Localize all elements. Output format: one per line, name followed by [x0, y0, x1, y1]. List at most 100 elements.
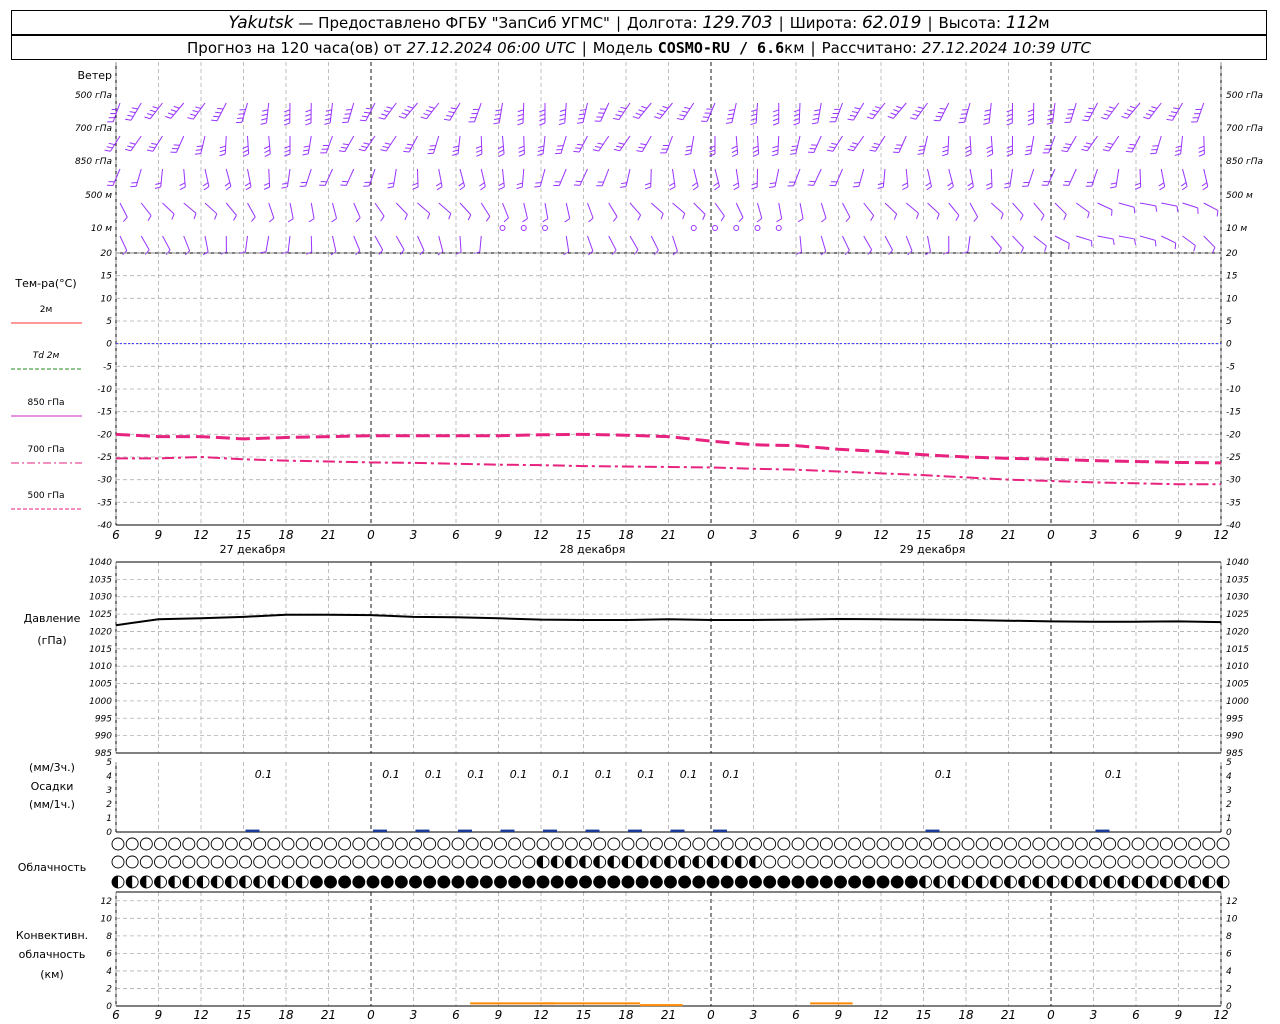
- temp-xtick: 12: [193, 528, 208, 542]
- wind-barb-feather: [452, 153, 459, 156]
- cloud-cover-fill: [721, 856, 728, 868]
- wind-barb: [353, 202, 361, 223]
- wind-barb: [884, 235, 894, 255]
- wind-barb-feather: [450, 107, 457, 110]
- wind-barb-feather: [355, 217, 361, 223]
- wind-barb-feather: [616, 145, 623, 149]
- wind-barb-feather: [179, 182, 186, 187]
- cloud-cover-symbol: [1216, 855, 1230, 869]
- wind-barb-feather: [251, 216, 256, 222]
- wind-barb: [263, 168, 271, 190]
- cloud-cover-fill: [1202, 876, 1209, 888]
- wind-barb-feather: [926, 186, 932, 191]
- wind-barb: [842, 235, 850, 256]
- wind-barb: [1076, 235, 1093, 247]
- wind-barb: [672, 235, 678, 256]
- wind-barb: [1139, 235, 1157, 247]
- pressure-ytick-right: 1035: [1226, 575, 1249, 585]
- wind-barb: [1118, 235, 1137, 245]
- wind-barb-feather: [644, 186, 651, 190]
- wind-barb-feather: [559, 113, 566, 117]
- wind-barb-shaft: [449, 102, 461, 121]
- wind-barb-shaft: [608, 202, 618, 217]
- wind-barb-feather: [751, 109, 758, 113]
- wind-barb-feather: [613, 148, 620, 152]
- cloud-cover-symbol: [423, 855, 437, 869]
- wind-barb: [320, 135, 333, 154]
- wind-barb-feather: [636, 150, 643, 153]
- temp-xtick: 15: [236, 528, 251, 542]
- pressure-title: Давление: [24, 612, 81, 625]
- wind-barb-shaft: [459, 235, 462, 252]
- wind-barb-feather: [475, 145, 482, 149]
- precip-ytick-left: 5: [106, 758, 112, 768]
- cloud-cover-symbol: [593, 837, 607, 851]
- wind-barb: [927, 202, 940, 220]
- cloud-cover-symbol: [734, 837, 748, 851]
- temp-legend-label: 850 гПа: [27, 398, 64, 408]
- conv-xtick: 21: [661, 1008, 676, 1022]
- cloud-cover-fill: [267, 876, 274, 888]
- cloud-cover-fill: [452, 876, 464, 888]
- wind-barb-feather: [537, 153, 544, 156]
- wind-barb-feather: [576, 143, 583, 146]
- wind-barb-shaft: [216, 102, 227, 122]
- wind-barb-feather: [936, 213, 940, 220]
- wind-barb: [179, 168, 186, 190]
- wind-barb-feather: [194, 153, 201, 155]
- cloud-cover-symbol: [210, 855, 224, 869]
- wind-barb: [420, 102, 440, 120]
- wind-barb-feather: [1166, 118, 1173, 121]
- wind-barb: [1191, 102, 1205, 123]
- wind-barb-feather: [1198, 153, 1205, 157]
- cloud-cover-fill: [494, 876, 507, 888]
- precip-value-label: 0.1: [935, 768, 953, 781]
- cloud-cover-symbol: [919, 837, 932, 851]
- cloud-cover-fill: [735, 856, 742, 868]
- wind-barb-shaft: [1027, 168, 1035, 187]
- cloud-cover-symbol: [564, 837, 578, 851]
- wind-barb-shaft: [140, 202, 152, 216]
- wind-barb-feather: [108, 142, 115, 146]
- wind-barb: [187, 102, 206, 120]
- wind-barb-feather: [151, 142, 158, 146]
- wind-barb-feather: [263, 182, 270, 186]
- wind-barb-feather: [1126, 109, 1133, 113]
- cloud-cover-symbol: [848, 855, 862, 869]
- cloud-cover-fill: [381, 876, 394, 888]
- wind-barb: [104, 135, 121, 152]
- wind-barb-shaft: [882, 168, 886, 187]
- wind-barb-feather: [685, 149, 692, 152]
- pressure-ytick-right: 995: [1226, 714, 1243, 724]
- temp-ytick-left: 20: [101, 249, 113, 259]
- temp-xtick: 12: [1213, 528, 1228, 542]
- cloud-cover-symbol: [1174, 837, 1187, 851]
- cloud-cover-symbol: [508, 837, 522, 851]
- wind-barb: [224, 168, 232, 191]
- wind-barb-feather: [1081, 148, 1088, 152]
- wind-barb-feather: [1006, 118, 1013, 122]
- wind-barb-feather: [917, 153, 924, 155]
- wind-title: Ветер: [78, 69, 112, 82]
- wind-barb-shaft: [332, 235, 337, 252]
- wind-barb-feather: [405, 147, 412, 149]
- wind-barb-shaft: [522, 102, 525, 124]
- wind-barb: [473, 235, 482, 255]
- wind-barb-feather: [1024, 153, 1031, 156]
- cloud-cover-symbol: [706, 837, 720, 851]
- wind-barb-feather: [669, 186, 676, 191]
- wind-barb-feather: [122, 216, 128, 223]
- wind-barb: [480, 202, 491, 222]
- wind-barb-feather: [960, 113, 967, 115]
- wind-barb-feather: [1006, 109, 1013, 113]
- precip-ytick-left: 0: [106, 828, 112, 838]
- pressure-unit: (гПа): [37, 634, 66, 647]
- cloud-cover-fill: [905, 876, 918, 888]
- wind-barb: [613, 135, 631, 152]
- wind-barb-shaft: [757, 202, 763, 219]
- wind-barb-feather: [448, 111, 455, 114]
- cloud-cover-fill: [1004, 876, 1011, 888]
- wind-barb-feather: [853, 182, 860, 184]
- wind-barb-shaft: [565, 202, 571, 219]
- wind-barb: [1003, 168, 1013, 189]
